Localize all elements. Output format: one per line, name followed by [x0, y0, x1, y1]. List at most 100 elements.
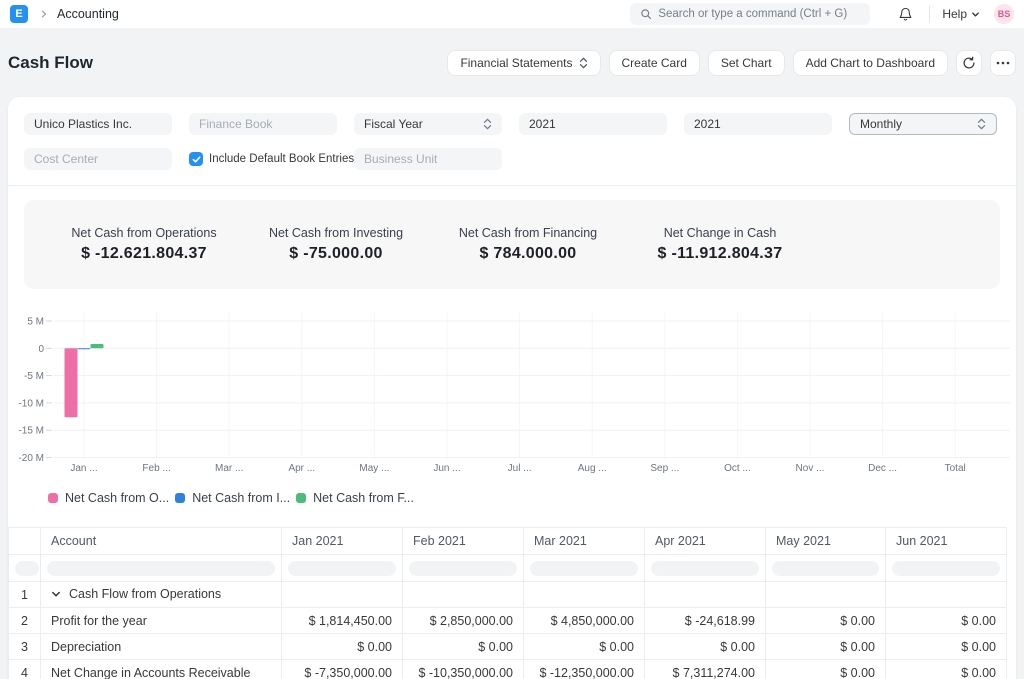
create-card-button[interactable]: Create Card: [609, 50, 700, 76]
value-cell[interactable]: [282, 582, 403, 608]
svg-text:Nov ...: Nov ...: [796, 463, 825, 474]
svg-text:0: 0: [38, 344, 44, 355]
avatar[interactable]: BS: [994, 4, 1014, 24]
svg-text:Mar ...: Mar ...: [215, 463, 243, 474]
column-header[interactable]: May 2021: [766, 528, 886, 555]
value-cell[interactable]: $ 1,814,450.00: [282, 608, 403, 634]
column-header[interactable]: Account: [41, 528, 282, 555]
select-updown-icon: [579, 57, 588, 69]
cost-center-filter[interactable]: Cost Center: [24, 148, 172, 170]
row-index-cell[interactable]: 3: [9, 634, 41, 660]
svg-text:-15 M: -15 M: [18, 426, 44, 437]
page-title: Cash Flow: [8, 53, 93, 73]
periodicity-select[interactable]: Monthly: [849, 113, 997, 135]
summary-label: Net Change in Cash: [624, 226, 816, 240]
row-index-cell[interactable]: 4: [9, 660, 41, 679]
column-header[interactable]: Jun 2021: [886, 528, 1007, 555]
filter-row-1: Unico Plastics Inc. Finance Book Fiscal …: [24, 113, 1016, 135]
cashflow-chart[interactable]: Jan ...Feb ...Mar ...Apr ...May ...Jun .…: [8, 307, 1016, 506]
account-cell[interactable]: Depreciation: [41, 634, 282, 660]
value-cell[interactable]: $ 0.00: [645, 634, 766, 660]
to-fiscal-year-filter[interactable]: 2021: [684, 113, 832, 135]
value-cell[interactable]: $ 0.00: [766, 608, 886, 634]
column-filter-input[interactable]: [530, 561, 638, 576]
column-header[interactable]: Mar 2021: [524, 528, 645, 555]
finance-book-filter[interactable]: Finance Book: [189, 113, 337, 135]
column-header[interactable]: Jan 2021: [282, 528, 403, 555]
legend-label: Net Cash from I...: [192, 491, 290, 505]
value-cell[interactable]: [524, 582, 645, 608]
account-group-cell[interactable]: Cash Flow from Operations: [41, 582, 282, 608]
notifications-bell-icon[interactable]: [894, 6, 917, 22]
column-filter-input[interactable]: [651, 561, 759, 576]
account-name: Cash Flow from Operations: [69, 587, 221, 601]
value-cell[interactable]: $ -10,350,000.00: [403, 660, 524, 679]
column-header[interactable]: Feb 2021: [403, 528, 524, 555]
account-cell[interactable]: Profit for the year: [41, 608, 282, 634]
legend-item: Net Cash from O...: [48, 491, 169, 505]
column-filter-input[interactable]: [288, 561, 396, 576]
value-cell[interactable]: $ 7,311,274.00: [645, 660, 766, 679]
svg-text:Jul ...: Jul ...: [508, 463, 532, 474]
column-header[interactable]: Apr 2021: [645, 528, 766, 555]
summary-value: $ -12.621.804.37: [48, 245, 240, 263]
value-cell[interactable]: $ 0.00: [282, 634, 403, 660]
value-cell[interactable]: $ 0.00: [886, 660, 1007, 679]
column-filter-cell[interactable]: [645, 555, 766, 582]
breadcrumb[interactable]: Accounting: [57, 7, 119, 21]
company-filter[interactable]: Unico Plastics Inc.: [24, 113, 172, 135]
menu-button[interactable]: [990, 50, 1016, 76]
account-cell[interactable]: Net Change in Accounts Receivable: [41, 660, 282, 679]
value-cell[interactable]: $ -7,350,000.00: [282, 660, 403, 679]
refresh-button[interactable]: [956, 50, 982, 76]
value-cell[interactable]: $ 2,850,000.00: [403, 608, 524, 634]
value-cell[interactable]: [766, 582, 886, 608]
value-cell[interactable]: $ 0.00: [766, 634, 886, 660]
column-filter-cell[interactable]: [41, 555, 282, 582]
business-unit-filter[interactable]: Business Unit: [354, 148, 502, 170]
search-placeholder: Search or type a command (Ctrl + G): [658, 8, 847, 20]
svg-text:5 M: 5 M: [27, 317, 44, 328]
value-cell[interactable]: $ -24,618.99: [645, 608, 766, 634]
column-filter-input[interactable]: [409, 561, 517, 576]
value-cell[interactable]: [645, 582, 766, 608]
from-fiscal-year-filter[interactable]: 2021: [519, 113, 667, 135]
value-cell[interactable]: [403, 582, 524, 608]
svg-text:-5 M: -5 M: [24, 371, 44, 382]
app-logo-icon[interactable]: E: [10, 5, 28, 23]
add-chart-to-dashboard-button[interactable]: Add Chart to Dashboard: [793, 50, 948, 76]
help-menu[interactable]: Help: [942, 7, 980, 21]
row-filter-cell[interactable]: [9, 555, 41, 582]
period-basis-select[interactable]: Fiscal Year: [354, 113, 502, 135]
column-filter-input[interactable]: [47, 561, 275, 576]
column-filter-cell[interactable]: [403, 555, 524, 582]
value-cell[interactable]: $ 0.00: [886, 608, 1007, 634]
summary-card-investing: Net Cash from Investing $ -75.000.00: [240, 226, 432, 263]
value-cell[interactable]: $ 0.00: [403, 634, 524, 660]
set-chart-button[interactable]: Set Chart: [708, 50, 785, 76]
navbar-divider: [929, 6, 930, 22]
financial-statements-select[interactable]: Financial Statements: [447, 50, 600, 76]
column-filter-input[interactable]: [15, 561, 39, 576]
include-default-book-entries-checkbox[interactable]: Include Default Book Entries: [189, 152, 337, 166]
row-index-cell[interactable]: 1: [9, 582, 41, 608]
svg-text:Total: Total: [945, 463, 966, 474]
column-filter-input[interactable]: [772, 561, 879, 576]
column-filter-input[interactable]: [892, 561, 1000, 576]
column-filter-cell[interactable]: [766, 555, 886, 582]
column-filter-cell[interactable]: [524, 555, 645, 582]
value-cell[interactable]: $ 0.00: [524, 634, 645, 660]
chevron-down-icon[interactable]: [51, 588, 61, 602]
report-card: Unico Plastics Inc. Finance Book Fiscal …: [8, 97, 1016, 679]
svg-text:Oct ...: Oct ...: [724, 463, 751, 474]
summary-label: Net Cash from Financing: [432, 226, 624, 240]
column-filter-cell[interactable]: [886, 555, 1007, 582]
column-filter-cell[interactable]: [282, 555, 403, 582]
value-cell[interactable]: $ 0.00: [766, 660, 886, 679]
value-cell[interactable]: $ 4,850,000.00: [524, 608, 645, 634]
value-cell[interactable]: $ -12,350,000.00: [524, 660, 645, 679]
row-index-cell[interactable]: 2: [9, 608, 41, 634]
value-cell[interactable]: $ 0.00: [886, 634, 1007, 660]
search-input[interactable]: Search or type a command (Ctrl + G): [630, 3, 870, 25]
value-cell[interactable]: [886, 582, 1007, 608]
